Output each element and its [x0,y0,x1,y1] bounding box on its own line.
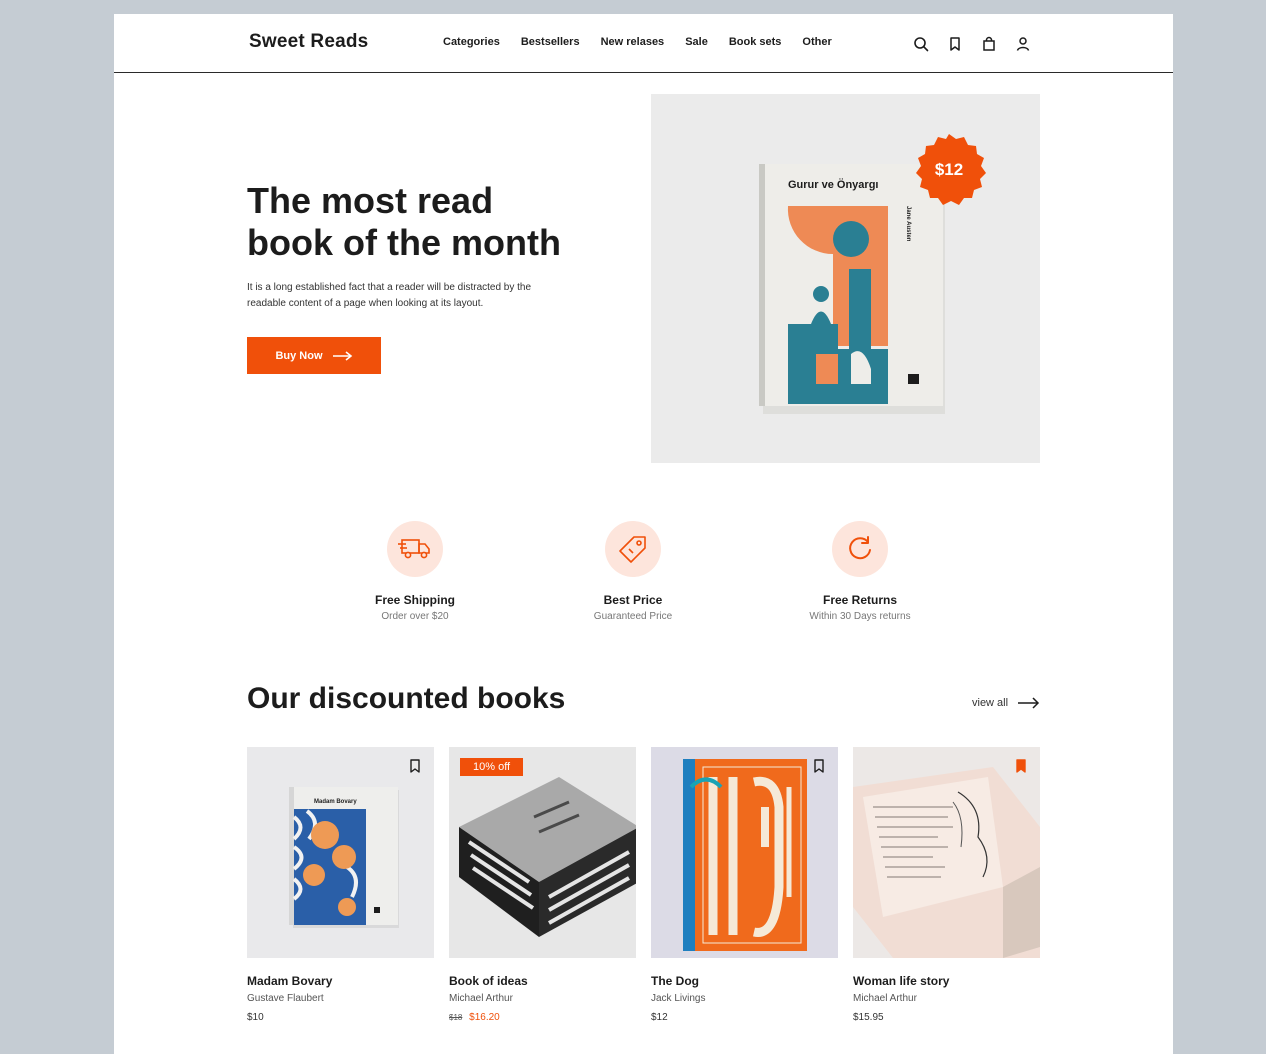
feature-subtitle: Guaranteed Price [593,611,673,622]
discount-badge: 10% off [460,758,524,776]
discounted-books-title: Our discounted books [247,682,566,715]
hero-book-title: Gurur ve Önyargı [788,178,878,191]
book-cover-image[interactable]: 10% off [449,747,636,958]
feature-free-returns: Free Returns Within 30 Days returns [760,521,960,622]
truck-icon [398,539,430,559]
book-title[interactable]: Book of ideas [449,974,636,988]
nav-categories[interactable]: Categories [443,36,500,48]
feature-best-price: Best Price Guaranteed Price [533,521,733,622]
book-card: Woman life story Michael Arthur $15.95 [853,747,1040,1023]
book-price: $18 $16.20 [449,1012,636,1023]
page: Sweet Reads Categories Bestsellers New r… [114,14,1173,1054]
book-price: $10 [247,1012,264,1023]
book-cover-title: Madam Bovary [314,799,357,805]
feature-icon-circle [387,521,443,577]
user-icon[interactable] [1013,34,1033,54]
return-arrow-icon [849,536,871,560]
book-card: Madam Bovary Madam Bovary Gustave Flaube… [247,747,434,1023]
hero-description: It is a long established fact that a rea… [247,282,532,309]
buy-now-button[interactable]: Buy Now [247,337,381,374]
book-card: 10% off Book of ideas Michael Arthur $18… [449,747,636,1023]
book-author: Michael Arthur [853,993,917,1004]
nav-book-sets[interactable]: Book sets [729,36,782,48]
features-section: Free Shipping Order over $20 Best Price … [114,521,1173,641]
shopping-bag-icon[interactable] [979,34,999,54]
book-card: The Dog Jack Livings $12 [651,747,838,1023]
feature-title: Free Returns [822,593,898,607]
feature-subtitle: Within 30 Days returns [809,611,911,622]
nav-bestsellers[interactable]: Bestsellers [521,36,580,48]
book-title[interactable]: The Dog [651,974,838,988]
feature-icon-circle [605,521,661,577]
buy-now-label: Buy Now [275,349,323,362]
bookmark-filled-icon[interactable] [1014,758,1028,774]
book-cover-image[interactable] [853,747,1040,958]
header: Sweet Reads Categories Bestsellers New r… [114,14,1173,73]
nav-other[interactable]: Other [802,36,831,48]
view-all-link[interactable]: view all [972,697,1040,709]
nav-new-releases[interactable]: New relases [601,36,665,48]
book-price: $15.95 [853,1012,884,1023]
book-author: Jack Livings [651,993,706,1004]
book-cover-image[interactable] [651,747,838,958]
bookmark-icon[interactable] [408,758,422,774]
book-sale-price: $16.20 [469,1012,500,1023]
book-cover-image[interactable]: Madam Bovary [247,747,434,958]
feature-title: Free Shipping [374,593,455,607]
hero-title-line-2: book of the month [247,222,561,263]
book-old-price: $18 [449,1013,463,1022]
feature-subtitle: Order over $20 [381,611,449,622]
book-price: $12 [651,1012,668,1023]
view-all-label: view all [972,697,1009,709]
feature-icon-circle [832,521,888,577]
header-icons [911,34,1033,54]
arrow-right-icon [332,350,352,361]
price-tag-icon [619,536,646,563]
feature-free-shipping: Free Shipping Order over $20 [315,521,515,622]
hero-book-author: Jane Austen [905,206,911,242]
book-author: Michael Arthur [449,993,513,1004]
book-title[interactable]: Woman life story [853,974,1040,988]
bookmark-icon[interactable] [812,758,826,774]
bookmark-icon[interactable] [945,34,965,54]
feature-title: Best Price [603,593,663,607]
nav-sale[interactable]: Sale [685,36,708,48]
hero-title: The most read book of the month [247,180,647,264]
hero-book-image[interactable]: Gurur ve Önyargı Jane Austen $12 [651,94,1040,463]
search-icon[interactable] [911,34,931,54]
book-title[interactable]: Madam Bovary [247,974,434,988]
book-author: Gustave Flaubert [247,993,324,1004]
arrow-right-icon [1018,697,1040,709]
logo[interactable]: Sweet Reads [249,31,368,53]
price-badge-label: $12 [935,160,963,179]
main-nav: Categories Bestsellers New relases Sale … [443,36,853,48]
hero-title-line-1: The most read [247,180,494,221]
